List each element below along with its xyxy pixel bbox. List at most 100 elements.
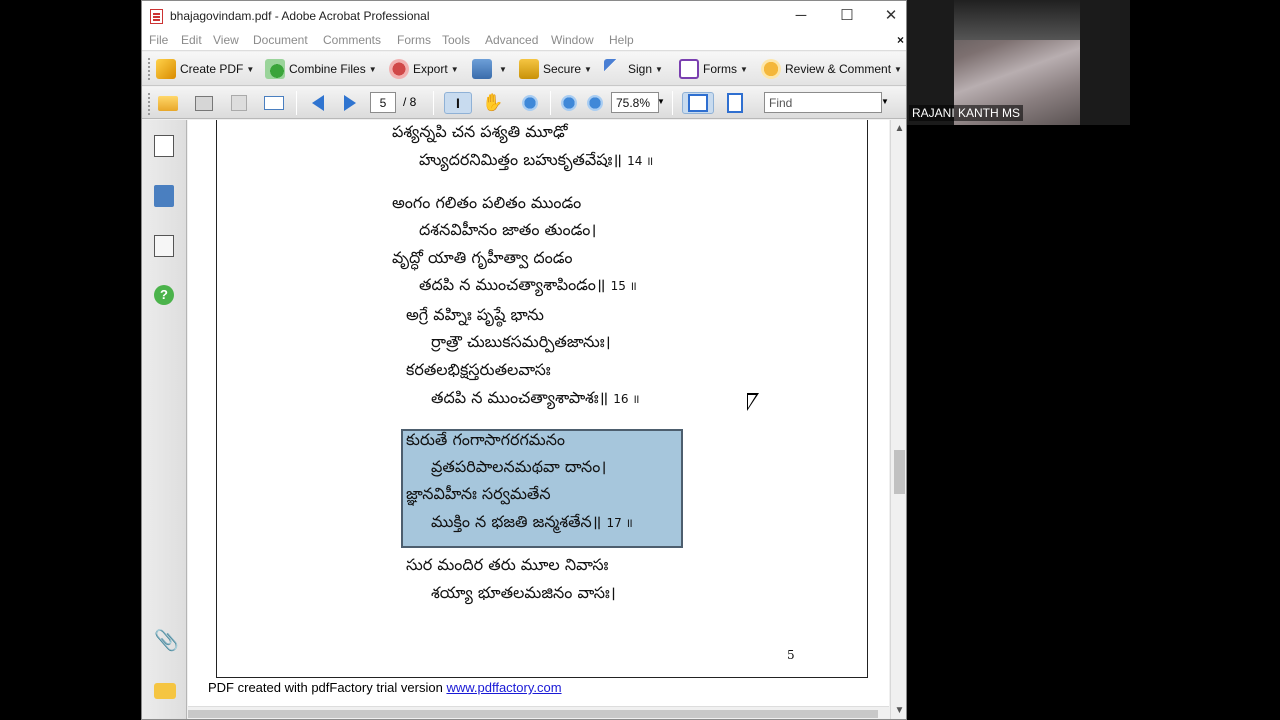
verse-line: పశ్యన్నపి చన పశ్యతి మూఢో (392, 122, 568, 141)
menu-help[interactable]: Help (609, 33, 634, 47)
window-title: bhajagovindam.pdf - Adobe Acrobat Profes… (170, 9, 430, 23)
menu-document[interactable]: Document (253, 33, 308, 47)
close-document-button[interactable]: × (897, 33, 904, 47)
secure-label: Secure (543, 62, 582, 76)
marquee-zoom-button[interactable] (518, 92, 542, 114)
maximize-button[interactable]: ☐ (824, 1, 870, 31)
menu-comments[interactable]: Comments (323, 33, 381, 47)
zoom-out-icon (561, 95, 577, 111)
toolbar-grip[interactable] (148, 93, 151, 115)
review-comment-button[interactable]: Review & Comment ▼ (761, 57, 902, 81)
export-icon (389, 59, 409, 79)
document-view[interactable]: పశ్యన్నపి చన పశ్యతి మూఢో హ్యుదరనిమిత్తం … (188, 120, 889, 706)
create-pdf-label: Create PDF (180, 62, 244, 76)
zoom-in-button[interactable] (583, 92, 607, 114)
previous-page-button[interactable] (306, 92, 330, 114)
participant-name: RAJANI KANTH MS (909, 105, 1024, 121)
task-toolbar: Create PDF ▼ Combine Files ▼ Export ▼ ▼ … (142, 52, 906, 86)
comments-panel-icon[interactable] (154, 683, 176, 699)
open-button[interactable] (156, 92, 180, 114)
scrollbar-thumb[interactable] (894, 450, 905, 494)
menu-edit[interactable]: Edit (181, 33, 202, 47)
print-button[interactable] (192, 92, 216, 114)
menu-bar: File Edit View Document Comments Forms T… (142, 31, 906, 51)
menu-tools[interactable]: Tools (442, 33, 470, 47)
share-button[interactable]: ▼ (472, 57, 507, 81)
forms-button[interactable]: Forms ▼ (679, 57, 748, 81)
chevron-down-icon: ▼ (450, 64, 459, 74)
verse-line: అంగం గలితం పలితం ముండం (392, 193, 582, 212)
chevron-down-icon: ▼ (655, 64, 663, 74)
comment-bubble-icon (761, 59, 781, 79)
save-button[interactable] (227, 92, 251, 114)
help-icon[interactable]: ? (154, 285, 174, 305)
hand-icon: ✋ (482, 93, 504, 112)
combine-files-button[interactable]: Combine Files ▼ (265, 57, 377, 81)
page-number: 5 (787, 648, 795, 662)
create-pdf-button[interactable]: Create PDF ▼ (156, 57, 254, 81)
close-button[interactable]: ✕ (868, 1, 906, 31)
email-button[interactable] (262, 92, 286, 114)
verse-line: శయ్యా భూతలమజినం వాసః। (431, 583, 616, 602)
next-page-button[interactable] (338, 92, 362, 114)
paperclip-icon[interactable]: 📎 (154, 630, 179, 652)
menu-advanced[interactable]: Advanced (485, 33, 538, 47)
desktop: bhajagovindam.pdf - Adobe Acrobat Profes… (0, 0, 1280, 720)
verse-line: ర్రాత్రౌ చుబుకసమర్పితజానుః। (431, 332, 611, 351)
verse-number: 15 ॥ (610, 279, 637, 293)
scroll-down-arrow-icon[interactable]: ▼ (891, 702, 906, 719)
verse-line: ముక్తిం న భజతి జన్మశతేన॥ 17 ॥ (431, 512, 633, 531)
sign-button[interactable]: Sign ▼ (604, 57, 663, 81)
pdf-footer: PDF created with pdfFactory trial versio… (208, 680, 562, 695)
chevron-down-icon[interactable]: ▼ (881, 97, 889, 106)
fit-page-icon (727, 93, 743, 113)
menu-view[interactable]: View (213, 33, 239, 47)
pages-panel-icon[interactable] (154, 135, 174, 157)
minimize-button[interactable]: ─ (778, 1, 824, 31)
verse-line: కరతలభిక్షస్తరుతలవాసః (406, 360, 551, 379)
folder-icon (158, 95, 178, 111)
scrollbar-thumb[interactable] (188, 710, 878, 718)
verse-line: దశనవిహీనం జాతం తుండం। (419, 220, 597, 239)
verse-number: 17 ॥ (606, 516, 633, 530)
menu-window[interactable]: Window (551, 33, 594, 47)
title-bar: bhajagovindam.pdf - Adobe Acrobat Profes… (142, 1, 906, 31)
fit-width-button[interactable] (682, 92, 714, 114)
vertical-scrollbar[interactable]: ▲ ▼ (890, 120, 906, 719)
menu-file[interactable]: File (149, 33, 168, 47)
sign-label: Sign (628, 62, 653, 76)
footer-text: PDF created with pdfFactory trial versio… (208, 680, 443, 695)
chevron-down-icon: ▼ (499, 64, 507, 74)
signatures-panel-icon[interactable] (154, 235, 174, 257)
email-icon (264, 96, 284, 110)
footer-link[interactable]: www.pdffactory.com (446, 680, 561, 695)
chevron-down-icon: ▼ (368, 64, 377, 74)
scroll-up-arrow-icon[interactable]: ▲ (891, 120, 906, 137)
bookmarks-panel-icon[interactable] (154, 185, 174, 207)
chevron-down-icon: ▼ (246, 64, 255, 74)
verse-line: తదపి న ముంచత్యాశాపిండం॥ 15 ॥ (419, 275, 637, 294)
zoom-level-select[interactable]: 75.8% (611, 92, 659, 113)
pdf-file-icon (150, 9, 163, 24)
export-button[interactable]: Export ▼ (389, 57, 459, 81)
select-tool-button[interactable]: I (444, 92, 472, 114)
printer-icon (195, 95, 213, 111)
chevron-down-icon[interactable]: ▼ (657, 97, 665, 106)
secure-button[interactable]: Secure ▼ (519, 57, 592, 81)
form-icon (679, 59, 699, 79)
find-input[interactable]: Find (764, 92, 882, 113)
verse-line: కురుతే గంగాసాగరగమనం (406, 430, 566, 449)
fit-page-button[interactable] (723, 92, 747, 114)
text-cursor-icon: I (456, 95, 460, 111)
horizontal-scrollbar[interactable] (188, 706, 889, 719)
verse-line: సుర మందిర తరు మూల నివాసః (406, 555, 609, 574)
toolbar-separator (433, 91, 434, 115)
menu-forms[interactable]: Forms (397, 33, 431, 47)
lock-icon (519, 59, 539, 79)
hand-tool-button[interactable]: ✋ (481, 92, 505, 114)
page-number-input[interactable]: 5 (370, 92, 396, 113)
zoom-out-button[interactable] (557, 92, 581, 114)
verse-number: 14 ॥ (627, 154, 654, 168)
toolbar-grip[interactable] (148, 58, 151, 80)
total-pages-label: / 8 (403, 95, 417, 109)
